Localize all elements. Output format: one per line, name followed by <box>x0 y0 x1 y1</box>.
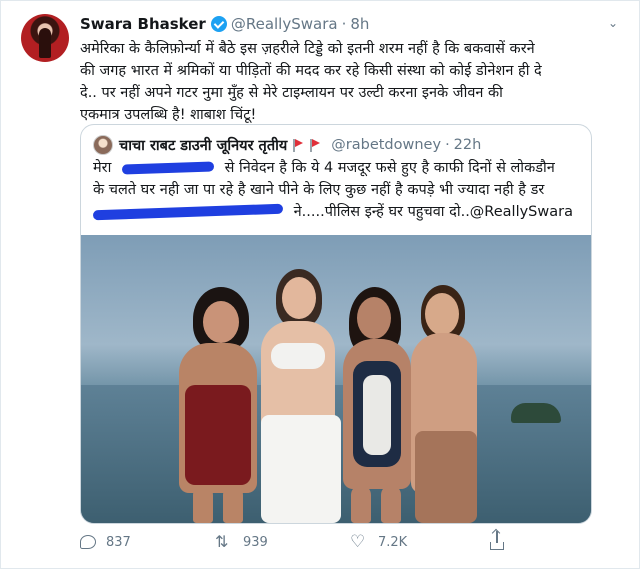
author-name[interactable]: Swara Bhasker <box>80 15 206 33</box>
author-handle[interactable]: @ReallySwara <box>231 15 338 33</box>
share-button[interactable] <box>490 531 514 552</box>
quoted-photo[interactable] <box>81 235 591 523</box>
reply-button[interactable]: 837 <box>80 532 131 552</box>
tweet-text-line: एकमात्र उपलब्धि है! शाबाश चिंटू! <box>80 107 257 123</box>
quoted-tweet[interactable]: चाचा राबट डाउनी जूनियर तृतीय @rabetdowne… <box>80 124 592 524</box>
caret-down-icon[interactable]: ⌄ <box>606 16 620 30</box>
photo-figure <box>381 485 401 523</box>
quoted-author-name[interactable]: चाचा राबट डाउनी जूनियर तृतीय <box>119 135 287 155</box>
photo-figure <box>223 485 243 523</box>
photo-figure <box>282 277 316 319</box>
photo-figure <box>363 375 391 455</box>
photo-figure <box>415 431 477 523</box>
photo-figure <box>351 485 371 523</box>
tweet-text-line: अमेरिका के कैलिफ़ोर्न्या में बैठे इस ज़ह… <box>80 41 535 57</box>
tweet-text-line: की जगह भारत में श्रमिकों या पीड़ितों की … <box>80 63 542 79</box>
photo-figure <box>425 293 459 335</box>
redaction-scribble <box>92 203 284 221</box>
quoted-text-fragment: से निवेदन है कि ये 4 मजदूर फसे हुए है का… <box>224 160 555 176</box>
quoted-time[interactable]: 22h <box>454 137 482 153</box>
quoted-avatar[interactable] <box>93 135 113 155</box>
photo-figure <box>261 415 341 523</box>
redaction-scribble <box>121 161 215 175</box>
author-avatar[interactable] <box>21 14 69 62</box>
reply-count: 837 <box>106 534 131 550</box>
flag-icon <box>309 138 321 152</box>
separator: · <box>445 137 450 153</box>
quoted-text-fragment: मेरा <box>93 160 112 176</box>
quoted-text-fragment: ने.....पीलिस इन्हें घर पहुचवा दो..@Reall… <box>293 204 573 220</box>
tweet-time[interactable]: 8h <box>350 15 369 33</box>
quoted-text: मेरा से निवेदन है कि ये 4 मजदूर फसे हुए … <box>92 157 583 223</box>
tweet-text-line: दे.. पर नहीं अपने गटर नुमा मुँह से मेरे … <box>80 85 503 101</box>
tweet-text: अमेरिका के कैलिफ़ोर्न्या में बैठे इस ज़ह… <box>80 38 600 126</box>
verified-badge-icon <box>210 16 227 32</box>
photo-figure <box>185 385 251 485</box>
photo-rock <box>511 403 561 423</box>
flag-icon <box>292 138 304 152</box>
quoted-handle[interactable]: @rabetdowney <box>331 137 441 153</box>
like-count: 7.2K <box>378 534 408 550</box>
tweet-header: Swara Bhasker @ReallySwara · 8h <box>80 14 369 34</box>
quoted-text-line: के चलते घर नही जा पा रहे है खाने पीने के… <box>93 182 545 198</box>
separator: · <box>341 15 347 33</box>
share-icon <box>490 531 504 550</box>
photo-figure <box>271 343 325 369</box>
reply-icon <box>80 535 96 549</box>
retweet-count: 939 <box>243 534 268 550</box>
photo-figure <box>203 301 239 343</box>
retweet-icon: ⇅ <box>215 532 229 551</box>
retweet-button[interactable]: ⇅ 939 <box>215 532 268 552</box>
quoted-header: चाचा राबट डाउनी जूनियर तृतीय @rabetdowne… <box>93 135 481 155</box>
photo-figure <box>357 297 391 339</box>
photo-figure <box>193 485 213 523</box>
like-button[interactable]: ♡ 7.2K <box>350 532 407 552</box>
like-icon: ♡ <box>350 532 366 552</box>
quoted-text-line: ने.....पीलिस इन्हें घर पहुचवा दो..@Reall… <box>92 201 583 223</box>
tweet-actions: 837 ⇅ 939 ♡ 7.2K <box>80 531 580 552</box>
quoted-text-line: मेरा से निवेदन है कि ये 4 मजदूर फसे हुए … <box>93 157 583 179</box>
